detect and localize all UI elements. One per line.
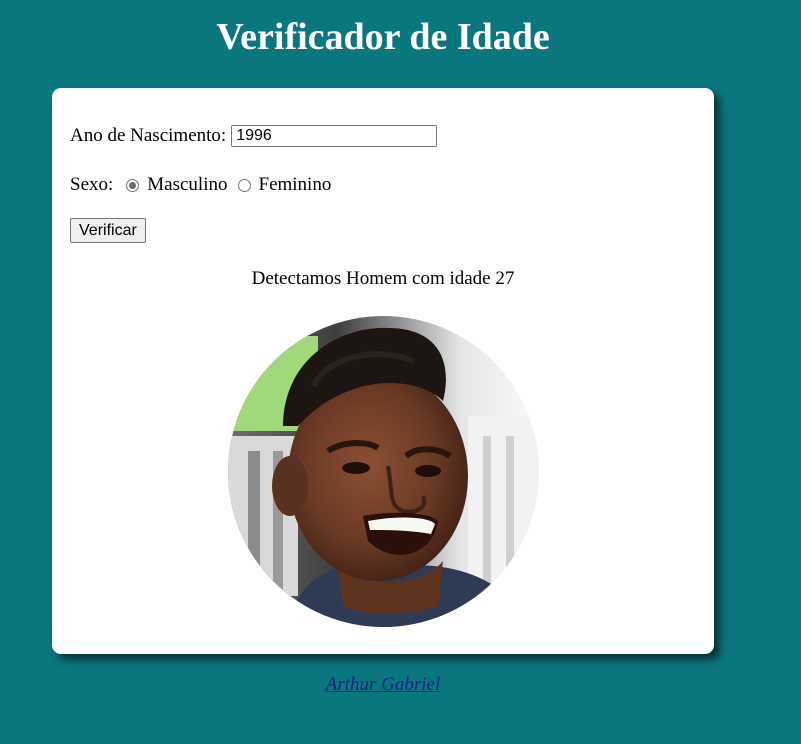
- page-title: Verificador de Idade: [216, 16, 550, 58]
- sex-row: Sexo: Masculino Feminino: [70, 174, 331, 196]
- verify-button[interactable]: Verificar: [70, 218, 146, 243]
- author-link[interactable]: Arthur Gabriel: [0, 674, 766, 696]
- birth-year-row: Ano de Nascimento:: [70, 125, 438, 147]
- radio-male[interactable]: [126, 178, 140, 192]
- result-photo: [228, 316, 539, 627]
- radio-female-label[interactable]: Feminino: [259, 174, 332, 196]
- sex-label: Sexo:: [70, 174, 114, 195]
- radio-female[interactable]: [237, 178, 251, 192]
- radio-male-label[interactable]: Masculino: [147, 174, 227, 196]
- verifier-card: Ano de Nascimento: Sexo: Masculino Femin…: [52, 88, 714, 654]
- person-photo-illustration: [228, 316, 539, 627]
- result-text: Detectamos Homem com idade 27: [251, 268, 515, 289]
- birth-year-input[interactable]: [231, 125, 438, 147]
- birth-year-label: Ano de Nascimento:: [70, 125, 227, 146]
